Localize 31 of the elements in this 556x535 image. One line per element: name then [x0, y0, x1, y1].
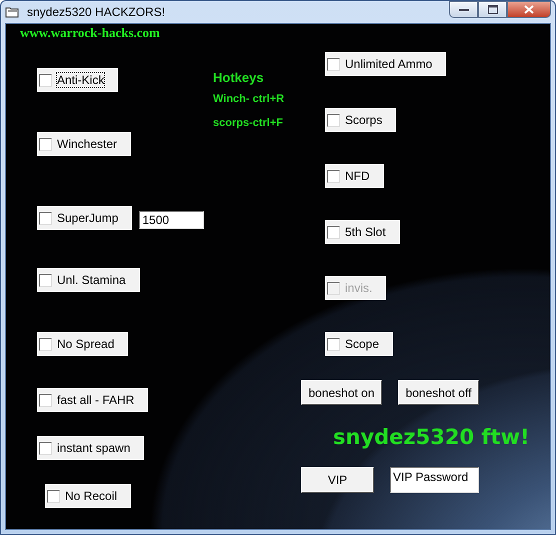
option-checkbox[interactable]: Unl. Stamina [37, 268, 140, 292]
window-app-icon [5, 6, 19, 18]
option-checkbox[interactable]: Scorps [325, 108, 396, 132]
maximize-icon [488, 5, 498, 14]
option-checkbox[interactable]: SuperJump [37, 206, 132, 230]
password-field[interactable]: VIP Password [390, 467, 479, 493]
option-checkbox[interactable]: Unlimited Ammo [325, 52, 446, 76]
hotkey-text: Winch- ctrl+R [213, 93, 284, 105]
banner-text: snydez5320 ftw! [333, 425, 530, 449]
option-checkbox[interactable]: Scope [325, 332, 394, 356]
hotkeys-heading: Hotkeys [213, 70, 264, 85]
boneshot-button[interactable]: boneshot on [301, 380, 382, 405]
hotkey-text: scorps-ctrl+F [213, 117, 283, 129]
option-checkbox[interactable]: Anti-Kick [37, 68, 118, 92]
option-checkbox[interactable]: Winchester [37, 132, 132, 156]
option-checkbox[interactable]: fast all - FAHR [37, 388, 148, 412]
option-checkbox[interactable]: No Spread [37, 332, 128, 356]
maximize-button[interactable] [478, 1, 507, 18]
vip-button[interactable]: VIP [301, 467, 374, 493]
option-checkbox[interactable]: No Recoil [45, 484, 132, 508]
option-checkbox[interactable]: 5th Slot [325, 220, 400, 244]
value-field[interactable]: 1500 [139, 211, 204, 229]
minimize-icon [458, 8, 468, 12]
option-checkbox[interactable]: instant spawn [37, 436, 144, 460]
boneshot-button[interactable]: boneshot off [398, 380, 479, 405]
minimize-button[interactable] [449, 1, 478, 18]
close-button[interactable] [507, 1, 551, 18]
window-title: snydez5320 HACKZORS! [27, 5, 166, 19]
website-link[interactable]: www.warrock-hacks.com [20, 25, 160, 41]
close-icon [524, 5, 534, 14]
option-checkbox[interactable]: NFD [325, 164, 384, 188]
